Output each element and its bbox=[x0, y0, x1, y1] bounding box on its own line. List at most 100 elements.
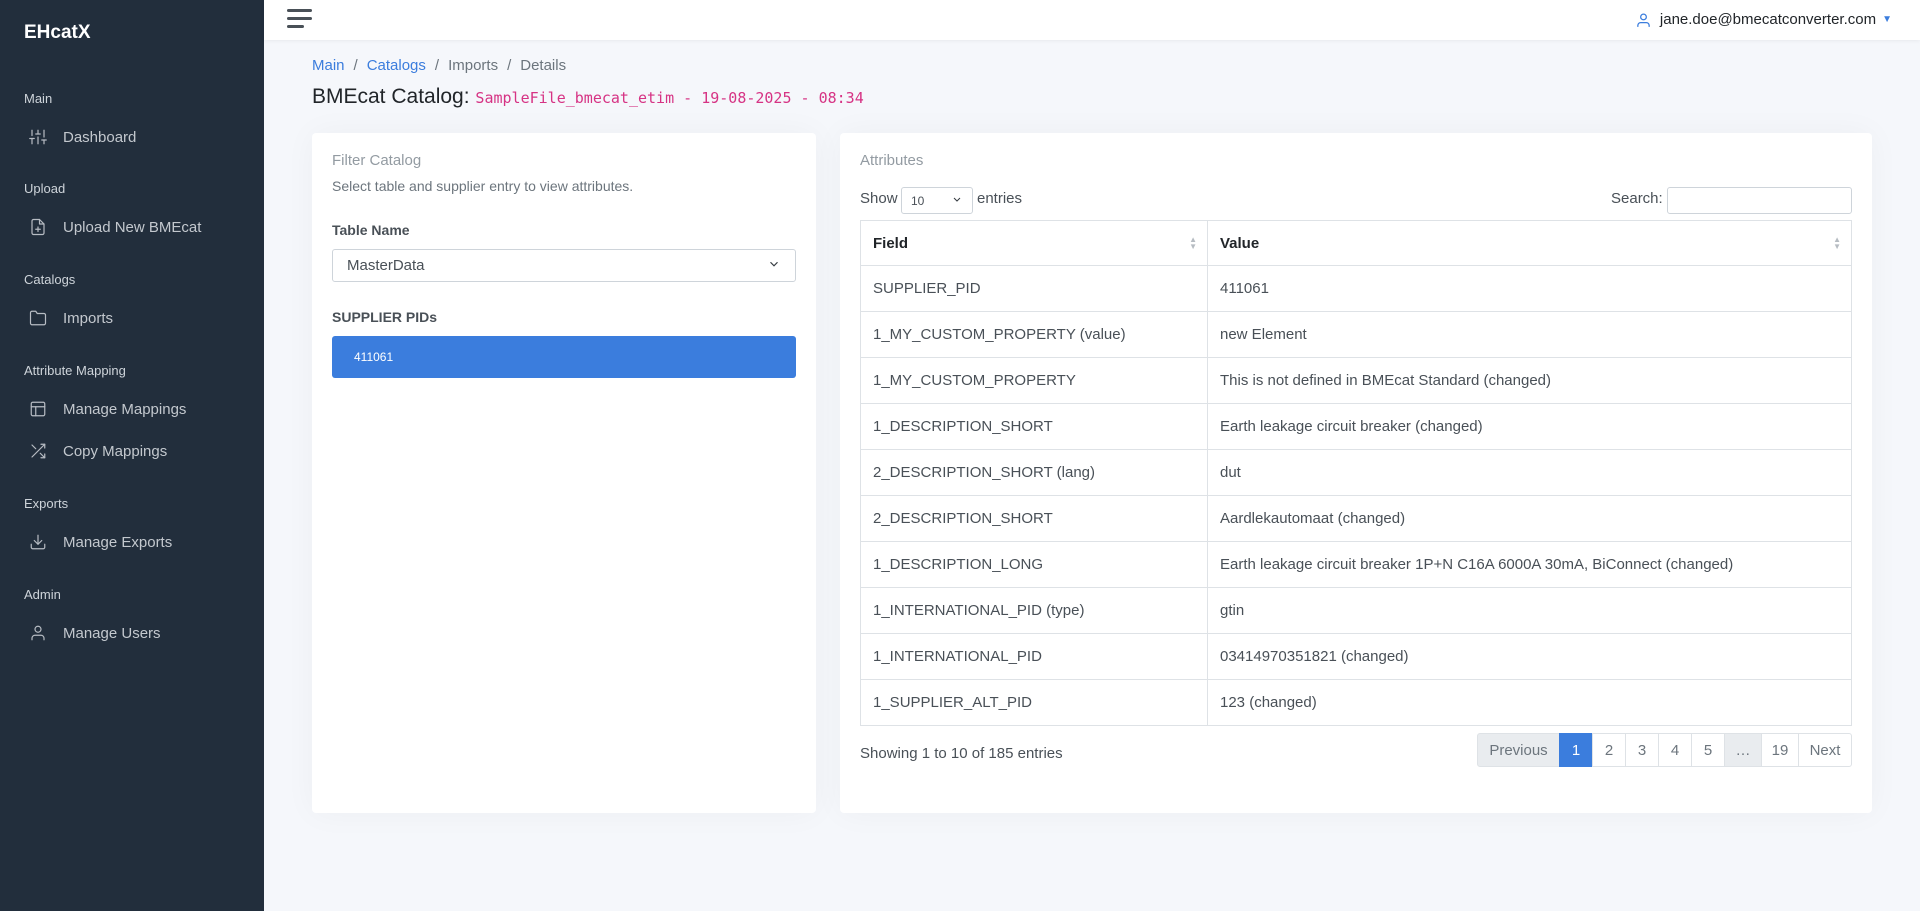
supplier-pid-item[interactable]: 411061 bbox=[332, 336, 796, 378]
sidebar-item-manage-mappings[interactable]: Manage Mappings bbox=[0, 390, 264, 428]
breadcrumb-details: Details bbox=[520, 57, 567, 74]
chevron-down-icon bbox=[767, 257, 781, 275]
table-row: SUPPLIER_PID 411061 bbox=[860, 265, 1852, 312]
sidebar-item-label: Manage Mappings bbox=[63, 400, 187, 418]
table-name-label: Table Name bbox=[332, 222, 410, 238]
file-plus-icon bbox=[29, 218, 47, 236]
pagination-previous-button[interactable]: Previous bbox=[1477, 733, 1560, 767]
attributes-card-title: Attributes bbox=[860, 152, 924, 169]
entries-label: entries bbox=[977, 190, 1023, 207]
sidebar-item-label: Upload New BMEcat bbox=[63, 218, 202, 236]
sidebar-item-label: Manage Users bbox=[63, 624, 161, 642]
breadcrumb-separator: / bbox=[434, 57, 440, 74]
sidebar-header-exports: Exports bbox=[24, 496, 69, 511]
user-icon bbox=[29, 624, 47, 642]
sidebar-item-label: Imports bbox=[63, 309, 114, 327]
pagination-ellipsis: … bbox=[1724, 733, 1762, 767]
field-cell: 1_INTERNATIONAL_PID bbox=[860, 633, 1208, 680]
pagination-page-1[interactable]: 1 bbox=[1559, 733, 1593, 767]
layout-icon bbox=[29, 400, 47, 418]
field-cell: 1_INTERNATIONAL_PID (type) bbox=[860, 587, 1208, 634]
user-email: jane.doe@bmecatconverter.com bbox=[1659, 11, 1877, 29]
breadcrumb-catalogs-link[interactable]: Catalogs bbox=[367, 57, 426, 74]
pagination-page-5[interactable]: 5 bbox=[1691, 733, 1725, 767]
catalog-name: SampleFile_bmecat_etim - 19-08-2025 - 08… bbox=[475, 89, 864, 107]
sidebar-item-label: Manage Exports bbox=[63, 533, 173, 551]
field-cell: 1_MY_CUSTOM_PROPERTY bbox=[860, 357, 1208, 404]
breadcrumb-imports: Imports bbox=[448, 57, 499, 74]
filter-catalog-card: Filter Catalog Select table and supplier… bbox=[312, 133, 816, 813]
attributes-card: Attributes Show 10 entries Search: Field… bbox=[840, 133, 1872, 813]
filter-card-subtitle: Select table and supplier entry to view … bbox=[332, 178, 634, 194]
column-header-field[interactable]: Field ▲ ▼ bbox=[860, 220, 1208, 266]
table-info: Showing 1 to 10 of 185 entries bbox=[860, 745, 1063, 762]
sidebar-header-main: Main bbox=[24, 91, 53, 106]
value-cell: Earth leakage circuit breaker 1P+N C16A … bbox=[1207, 541, 1852, 588]
page-length-value: 10 bbox=[911, 193, 925, 208]
search-input[interactable] bbox=[1667, 187, 1852, 214]
field-cell: 1_SUPPLIER_ALT_PID bbox=[860, 679, 1208, 726]
pagination: Previous 1 2 3 4 5 … 19 Next bbox=[1477, 733, 1852, 767]
sidebar-item-label: Dashboard bbox=[63, 128, 137, 146]
breadcrumb-separator: / bbox=[507, 57, 512, 74]
pagination-next-button[interactable]: Next bbox=[1798, 733, 1852, 767]
breadcrumb-separator: / bbox=[353, 57, 358, 74]
user-icon bbox=[1635, 11, 1660, 29]
sidebar-item-label: Copy Mappings bbox=[63, 442, 168, 460]
table-row: 1_MY_CUSTOM_PROPERTY This is not defined … bbox=[860, 357, 1852, 404]
value-cell: Aardlekautomaat (changed) bbox=[1207, 495, 1852, 542]
sidebar-header-attribute-mapping: Attribute Mapping bbox=[24, 363, 126, 378]
column-header-label: Field bbox=[873, 234, 909, 252]
sidebar-header-upload: Upload bbox=[24, 181, 66, 196]
breadcrumb-main-link[interactable]: Main bbox=[312, 57, 345, 74]
table-header-row: Field ▲ ▼ Value ▲ ▼ bbox=[860, 220, 1852, 266]
sliders-icon bbox=[29, 128, 47, 146]
user-menu[interactable]: jane.doe@bmecatconverter.com ▼ bbox=[1635, 11, 1892, 29]
value-cell: 03414970351821 (changed) bbox=[1207, 633, 1852, 680]
column-header-value[interactable]: Value ▲ ▼ bbox=[1207, 220, 1852, 266]
sort-icon: ▲ ▼ bbox=[1833, 235, 1841, 251]
value-cell: new Element bbox=[1207, 311, 1852, 358]
field-cell: 1_DESCRIPTION_SHORT bbox=[860, 403, 1208, 450]
breadcrumb: Main / Catalogs / Imports / Details bbox=[312, 57, 566, 74]
sidebar-item-manage-users[interactable]: Manage Users bbox=[0, 614, 264, 652]
pagination-page-2[interactable]: 2 bbox=[1592, 733, 1626, 767]
sidebar-item-copy-mappings[interactable]: Copy Mappings bbox=[0, 432, 264, 470]
field-cell: 2_DESCRIPTION_SHORT (lang) bbox=[860, 449, 1208, 496]
sidebar-item-manage-exports[interactable]: Manage Exports bbox=[0, 523, 264, 561]
field-cell: 2_DESCRIPTION_SHORT bbox=[860, 495, 1208, 542]
table-name-select[interactable]: MasterData bbox=[332, 249, 796, 282]
shuffle-icon bbox=[29, 442, 47, 460]
value-cell: This is not defined in BMEcat Standard (… bbox=[1207, 357, 1852, 404]
pagination-page-3[interactable]: 3 bbox=[1625, 733, 1659, 767]
pagination-page-4[interactable]: 4 bbox=[1658, 733, 1692, 767]
table-name-value: MasterData bbox=[347, 257, 425, 274]
folder-icon bbox=[29, 309, 47, 327]
table-row: 1_INTERNATIONAL_PID 03414970351821 (chang… bbox=[860, 633, 1852, 680]
chevron-down-icon: ▼ bbox=[1882, 14, 1892, 26]
supplier-pids-label: SUPPLIER PIDs bbox=[332, 309, 438, 325]
table-row: 1_DESCRIPTION_LONG Earth leakage circuit … bbox=[860, 541, 1852, 588]
brand-logo[interactable]: EHcatX bbox=[24, 22, 91, 44]
page-title-prefix: BMEcat Catalog: bbox=[312, 85, 470, 108]
sort-icon: ▲ ▼ bbox=[1189, 235, 1197, 251]
sidebar-item-imports[interactable]: Imports bbox=[0, 299, 264, 337]
field-cell: 1_DESCRIPTION_LONG bbox=[860, 541, 1208, 588]
table-row: 1_INTERNATIONAL_PID (type) gtin bbox=[860, 587, 1852, 634]
sidebar-item-upload-new-bmecat[interactable]: Upload New BMEcat bbox=[0, 208, 264, 246]
pagination-page-19[interactable]: 19 bbox=[1761, 733, 1799, 767]
search-label: Search: bbox=[1611, 190, 1663, 207]
sidebar: EHcatX Main Dashboard Upload Upload New … bbox=[0, 0, 264, 911]
sidebar-item-dashboard[interactable]: Dashboard bbox=[0, 118, 264, 156]
table-row: 1_MY_CUSTOM_PROPERTY (value) new Element bbox=[860, 311, 1852, 358]
value-cell: 123 (changed) bbox=[1207, 679, 1852, 726]
value-cell: gtin bbox=[1207, 587, 1852, 634]
table-row: 1_DESCRIPTION_SHORT Earth leakage circuit… bbox=[860, 403, 1852, 450]
field-cell: SUPPLIER_PID bbox=[860, 265, 1208, 312]
table-row: 2_DESCRIPTION_SHORT Aardlekautomaat (chan… bbox=[860, 495, 1852, 542]
page-length-select[interactable]: 10 bbox=[901, 187, 973, 214]
sidebar-header-catalogs: Catalogs bbox=[24, 272, 76, 287]
page-title: BMEcat Catalog: SampleFile_bmecat_etim -… bbox=[312, 85, 864, 109]
topbar: jane.doe@bmecatconverter.com ▼ bbox=[264, 0, 1920, 40]
hamburger-menu-icon[interactable] bbox=[287, 8, 312, 30]
